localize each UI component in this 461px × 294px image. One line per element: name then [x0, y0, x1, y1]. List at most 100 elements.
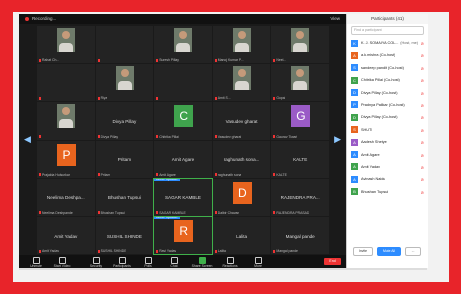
- participant-tile[interactable]: Neel...: [271, 26, 329, 64]
- participant-tile[interactable]: Divya Pillay Divya Pillay: [95, 102, 154, 140]
- toolbar-button[interactable]: Chat: [163, 257, 185, 268]
- participant-name: a.k.mishra (Co-host): [361, 53, 396, 58]
- participant-tile[interactable]: Lalita Lalita: [212, 216, 271, 254]
- recording-label: Recording...: [32, 16, 57, 21]
- tile-name-label: Lalita: [214, 249, 226, 253]
- participant-tile[interactable]: [37, 64, 95, 102]
- toolbar-button[interactable]: Security: [85, 257, 107, 268]
- participant-name: Amit Yadav: [361, 164, 381, 169]
- muted-mic-icon: [214, 58, 217, 62]
- participant-search-input[interactable]: Find a participant: [351, 26, 424, 35]
- participant-tile[interactable]: SUSHIL SHINDE SUSHIL SHINDE: [95, 216, 154, 254]
- muted-mic-icon: ⊘: [420, 65, 424, 71]
- muted-mic-icon: [97, 173, 100, 177]
- participant-name: Pritam: [117, 157, 132, 163]
- participant-tile[interactable]: [95, 26, 154, 64]
- tile-name-label: Neel...: [273, 58, 286, 62]
- toolbar-button[interactable]: More: [247, 257, 269, 268]
- participant-row[interactable]: K K. J. SOMAIYA COL... ⊘ (Host, me): [347, 37, 428, 49]
- toolbar-button[interactable]: Start Video: [51, 257, 73, 268]
- participant-tile[interactable]: D Dalbir Chavan: [212, 178, 271, 216]
- participant-list: K K. J. SOMAIYA COL... ⊘ (Host, me) Aa.k.mis…: [347, 37, 428, 198]
- participant-tile[interactable]: Manoj Kumar P...: [212, 26, 271, 64]
- tile-name-label: SUSHIL SHINDE: [97, 249, 126, 253]
- participant-row[interactable]: A Avinash Naidu ⊘: [347, 173, 428, 185]
- tile-name-label: Vasudev gharat: [214, 134, 242, 139]
- participant-video: [291, 28, 310, 52]
- participant-row[interactable]: Aa.k.mishra (Co-host) ⊘: [347, 49, 428, 61]
- muted-mic-icon: [214, 96, 217, 100]
- participant-tile[interactable]: [37, 102, 95, 140]
- prev-page-icon[interactable]: ◀: [24, 134, 31, 145]
- participant-tile[interactable]: C Chitrika Pillai: [154, 102, 212, 140]
- participant-tile[interactable]: Pritam Pritam: [95, 140, 154, 178]
- participant-tile[interactable]: Amit Yadav Amit Yadav: [37, 216, 95, 254]
- participant-name: K. J. SOMAIYA COL...: [361, 41, 399, 45]
- participant-tile[interactable]: Mangal pande Mangal pande: [271, 216, 329, 254]
- participant-tile[interactable]: RAJENDRA PRA... RAJENDRA PRASAD: [271, 178, 329, 216]
- toolbar-icon: [170, 257, 178, 264]
- participant-name: KALTE: [293, 157, 308, 163]
- participant-row[interactable]: B Bhushan Tupsui ⊘: [347, 186, 428, 198]
- participant-name: Chitrika Pillai (Co-host): [361, 78, 400, 83]
- participant-tile[interactable]: P Prajakta Hulsurkar: [37, 140, 95, 178]
- participant-tile[interactable]: Vasudev gharat Vasudev gharat: [212, 102, 271, 140]
- participant-tile[interactable]: SAGAR KAMBLE Active Speaker SAGAR KAMBLE: [153, 177, 213, 217]
- participant-row[interactable]: P Pradnya Pailkar (Co-host) ⊘: [347, 99, 428, 111]
- more-options-button[interactable]: ...: [405, 247, 421, 256]
- muted-mic-icon: ⊘: [420, 127, 424, 133]
- participant-row[interactable]: D Divya Pillay (Co-host) ⊘: [347, 87, 428, 99]
- participant-row[interactable]: D Divya Pillay (Co-host) ⊘: [347, 111, 428, 123]
- muted-mic-icon: ⊘: [420, 152, 424, 158]
- toolbar-button[interactable]: Unmute: [25, 257, 47, 268]
- participant-tile[interactable]: Amit Agare Amit Agare: [154, 140, 212, 178]
- tile-name-text: Vasudev gharat: [217, 134, 242, 139]
- participant-avatar: S: [351, 126, 358, 134]
- participant-tile[interactable]: Neelima Deshpa... Neelima Deshpande: [37, 178, 95, 216]
- participant-name: Lalita: [236, 233, 248, 239]
- participant-tile[interactable]: KALTE KALTE: [271, 140, 329, 178]
- participant-tile[interactable]: Suresh Pillay: [154, 26, 212, 64]
- toolbar-button[interactable]: Participants: [111, 257, 133, 268]
- tile-name-label: Mangal pande: [273, 249, 298, 253]
- tile-name-text: RAJENDRA PRASAD: [276, 210, 310, 215]
- muted-mic-icon: [97, 211, 100, 215]
- participant-tile[interactable]: raghunath sona... raghunath sona: [212, 140, 271, 178]
- participant-row[interactable]: A Amit Yadav ⊘: [347, 161, 428, 173]
- participant-tile[interactable]: G Gaurav Tiwari: [271, 102, 329, 140]
- participant-name: Aadesh Shetye: [361, 140, 387, 145]
- tile-name-label: Amit Agare: [156, 173, 176, 177]
- participant-avatar: P: [351, 101, 358, 109]
- tile-name-text: Amit Yadav: [42, 249, 60, 253]
- participant-tile[interactable]: Rahat Ch...: [37, 26, 95, 64]
- participant-row[interactable]: A Amit Agare ⊘: [347, 149, 428, 161]
- participant-row[interactable]: C Chitrika Pillai (Co-host) ⊘: [347, 74, 428, 86]
- view-button[interactable]: View: [330, 16, 340, 21]
- toolbar-button[interactable]: Polls: [137, 257, 159, 268]
- participant-row[interactable]: Ssandeep pandit (Co-host) ⊘: [347, 62, 428, 74]
- participant-tile[interactable]: Bhushan Tupsui Bhushan Tupsui: [95, 178, 154, 216]
- end-meeting-button[interactable]: End: [324, 258, 341, 265]
- participant-tile[interactable]: Riya: [95, 64, 154, 102]
- mute-all-button[interactable]: Mute All: [377, 247, 401, 256]
- participant-row[interactable]: S SHUTI ⊘: [347, 124, 428, 136]
- muted-mic-icon: [156, 135, 159, 139]
- toolbar-button[interactable]: Share Screen: [191, 257, 213, 268]
- active-speaker-badge: Active Speaker: [154, 216, 180, 219]
- participant-tile[interactable]: Gopal: [271, 64, 329, 102]
- muted-mic-icon: ⊘: [420, 164, 424, 170]
- invite-button[interactable]: Invite: [353, 247, 373, 256]
- tile-name-text: Gopal: [276, 96, 286, 101]
- participant-tile[interactable]: Amit S...: [212, 64, 271, 102]
- muted-mic-icon: [156, 211, 159, 215]
- participant-tile[interactable]: [154, 64, 212, 102]
- participant-tile[interactable]: R Active Speaker Ravi Yadav: [153, 215, 213, 256]
- toolbar-button[interactable]: Reactions: [219, 257, 241, 268]
- next-page-icon[interactable]: ▶: [334, 134, 341, 145]
- tile-name-label: Prajakta Hulsurkar: [39, 173, 70, 177]
- participant-avatar: D: [351, 113, 358, 121]
- participant-avatar: S: [351, 64, 358, 72]
- participant-video: [115, 66, 134, 91]
- participant-row[interactable]: A Aadesh Shetye ⊘: [347, 136, 428, 148]
- participant-avatar: D: [351, 89, 358, 97]
